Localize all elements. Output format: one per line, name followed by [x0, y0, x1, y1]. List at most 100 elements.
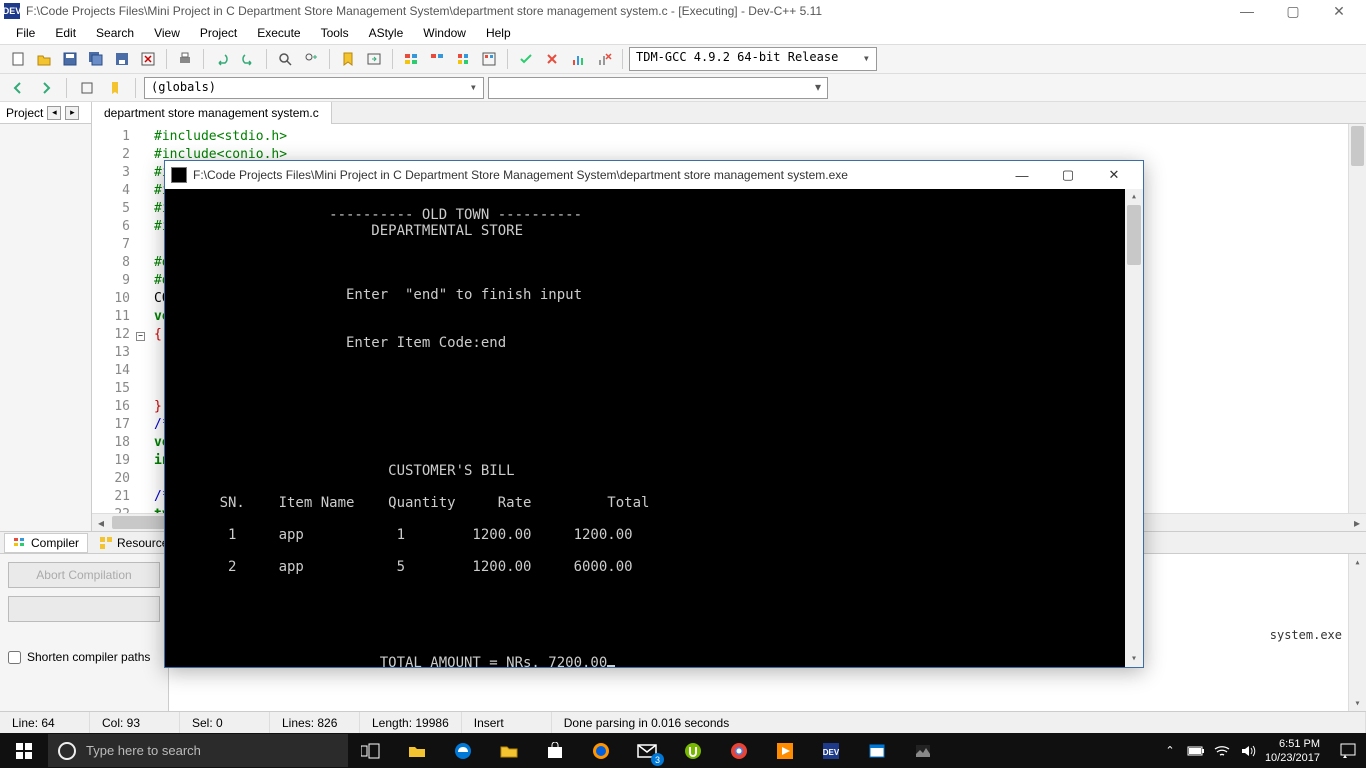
- editor-vscrollbar[interactable]: [1348, 124, 1366, 513]
- minimize-button[interactable]: —: [1224, 0, 1270, 22]
- running-app-icon[interactable]: [854, 733, 900, 768]
- compile-run-icon[interactable]: [451, 47, 475, 71]
- utorrent-icon[interactable]: [670, 733, 716, 768]
- forward-nav-icon[interactable]: [34, 76, 58, 100]
- save-all-icon[interactable]: [84, 47, 108, 71]
- tab-compiler[interactable]: Compiler: [4, 533, 88, 553]
- open-file-icon[interactable]: [32, 47, 56, 71]
- menu-view[interactable]: View: [146, 24, 188, 42]
- console-titlebar[interactable]: F:\Code Projects Files\Mini Project in C…: [165, 161, 1143, 189]
- file-tab-active[interactable]: department store management system.c: [92, 102, 332, 124]
- statusbar: Line: 64 Col: 93 Sel: 0 Lines: 826 Lengt…: [0, 711, 1366, 733]
- debug-stop-icon[interactable]: [540, 47, 564, 71]
- tab-next-icon[interactable]: ▸: [65, 106, 79, 120]
- console-title-text: F:\Code Projects Files\Mini Project in C…: [193, 168, 999, 182]
- volume-icon[interactable]: [1239, 742, 1257, 760]
- menu-tools[interactable]: Tools: [313, 24, 357, 42]
- console-close-button[interactable]: ✕: [1091, 161, 1137, 189]
- devcpp-icon: DEV: [4, 3, 20, 19]
- globals-select[interactable]: (globals): [144, 77, 484, 99]
- bookmark2-icon[interactable]: [103, 76, 127, 100]
- photos-icon[interactable]: [900, 733, 946, 768]
- members-select[interactable]: [488, 77, 828, 99]
- status-lines: Lines: 826: [270, 712, 360, 733]
- tray-chevron-icon[interactable]: ⌃: [1161, 742, 1179, 760]
- edge-icon[interactable]: [440, 733, 486, 768]
- insert-icon[interactable]: [75, 76, 99, 100]
- run-icon[interactable]: [425, 47, 449, 71]
- ide-titlebar: DEV F:\Code Projects Files\Mini Project …: [0, 0, 1366, 22]
- menu-edit[interactable]: Edit: [47, 24, 84, 42]
- console-minimize-button[interactable]: —: [999, 161, 1045, 189]
- bookmark-icon[interactable]: [336, 47, 360, 71]
- shorten-paths-input[interactable]: [8, 651, 21, 664]
- project-panel: Project ◂ ▸: [0, 102, 92, 531]
- taskbar-clock[interactable]: 6:51 PM 10/23/2017: [1265, 737, 1320, 765]
- profile-icon[interactable]: [566, 47, 590, 71]
- task-view-icon[interactable]: [348, 733, 394, 768]
- goto-icon[interactable]: [362, 47, 386, 71]
- find-icon[interactable]: [273, 47, 297, 71]
- system-tray: ⌃ 6:51 PM 10/23/2017: [1151, 737, 1330, 765]
- store-icon[interactable]: [532, 733, 578, 768]
- compile-icon[interactable]: [399, 47, 423, 71]
- menu-window[interactable]: Window: [415, 24, 474, 42]
- menu-project[interactable]: Project: [192, 24, 245, 42]
- save-as-icon[interactable]: [110, 47, 134, 71]
- shorten-paths-checkbox[interactable]: Shorten compiler paths: [8, 650, 160, 664]
- log-visible-text: system.exe: [1270, 628, 1342, 642]
- back-nav-icon[interactable]: [6, 76, 30, 100]
- status-sel: Sel: 0: [180, 712, 270, 733]
- console-maximize-button[interactable]: ▢: [1045, 161, 1091, 189]
- replace-icon[interactable]: [299, 47, 323, 71]
- status-col: Col: 93: [90, 712, 180, 733]
- battery-icon[interactable]: [1187, 742, 1205, 760]
- taskbar-search[interactable]: Type here to search: [48, 734, 348, 767]
- menu-file[interactable]: File: [8, 24, 43, 42]
- menu-help[interactable]: Help: [478, 24, 519, 42]
- action-center-icon[interactable]: [1330, 733, 1366, 768]
- start-button[interactable]: [0, 733, 48, 768]
- clock-time: 6:51 PM: [1265, 737, 1320, 751]
- maximize-button[interactable]: ▢: [1270, 0, 1316, 22]
- toolbar-main: TDM-GCC 4.9.2 64-bit Release: [0, 44, 1366, 74]
- status-length: Length: 19986: [360, 712, 462, 733]
- rebuild-icon[interactable]: [477, 47, 501, 71]
- print-icon[interactable]: [173, 47, 197, 71]
- mail-icon[interactable]: 3: [624, 733, 670, 768]
- blank-compile-button: [8, 596, 160, 622]
- delete-profile-icon[interactable]: [592, 47, 616, 71]
- compiler-select[interactable]: TDM-GCC 4.9.2 64-bit Release: [629, 47, 877, 71]
- save-icon[interactable]: [58, 47, 82, 71]
- taskbar: Type here to search 3 DEV ⌃ 6:51 PM 10/2…: [0, 733, 1366, 768]
- folder-icon[interactable]: [486, 733, 532, 768]
- console-window: F:\Code Projects Files\Mini Project in C…: [164, 160, 1144, 668]
- status-message: Done parsing in 0.016 seconds: [552, 712, 1366, 733]
- chrome-icon[interactable]: [716, 733, 762, 768]
- console-scrollbar[interactable]: ▴▾: [1125, 189, 1143, 667]
- log-scrollbar[interactable]: ▴▾: [1348, 554, 1366, 711]
- menu-search[interactable]: Search: [88, 24, 142, 42]
- debug-check-icon[interactable]: [514, 47, 538, 71]
- new-file-icon[interactable]: [6, 47, 30, 71]
- media-player-icon[interactable]: [762, 733, 808, 768]
- project-tab[interactable]: Project ◂ ▸: [0, 102, 91, 124]
- tab-prev-icon[interactable]: ◂: [47, 106, 61, 120]
- firefox-icon[interactable]: [578, 733, 624, 768]
- menu-execute[interactable]: Execute: [249, 24, 308, 42]
- mail-badge: 3: [651, 753, 664, 766]
- close-button[interactable]: ✕: [1316, 0, 1362, 22]
- console-output[interactable]: ---------- OLD TOWN ---------- DEPARTMEN…: [165, 189, 1143, 667]
- file-explorer-icon[interactable]: [394, 733, 440, 768]
- undo-icon[interactable]: [210, 47, 234, 71]
- menubar: File Edit Search View Project Execute To…: [0, 22, 1366, 44]
- toolbar-globals: (globals): [0, 74, 1366, 102]
- abort-compile-button[interactable]: Abort Compilation: [8, 562, 160, 588]
- search-placeholder: Type here to search: [86, 743, 201, 758]
- redo-icon[interactable]: [236, 47, 260, 71]
- wifi-icon[interactable]: [1213, 742, 1231, 760]
- menu-astyle[interactable]: AStyle: [361, 24, 412, 42]
- project-tab-label: Project: [6, 106, 43, 120]
- devcpp-taskbar-icon[interactable]: DEV: [808, 733, 854, 768]
- close-file-icon[interactable]: [136, 47, 160, 71]
